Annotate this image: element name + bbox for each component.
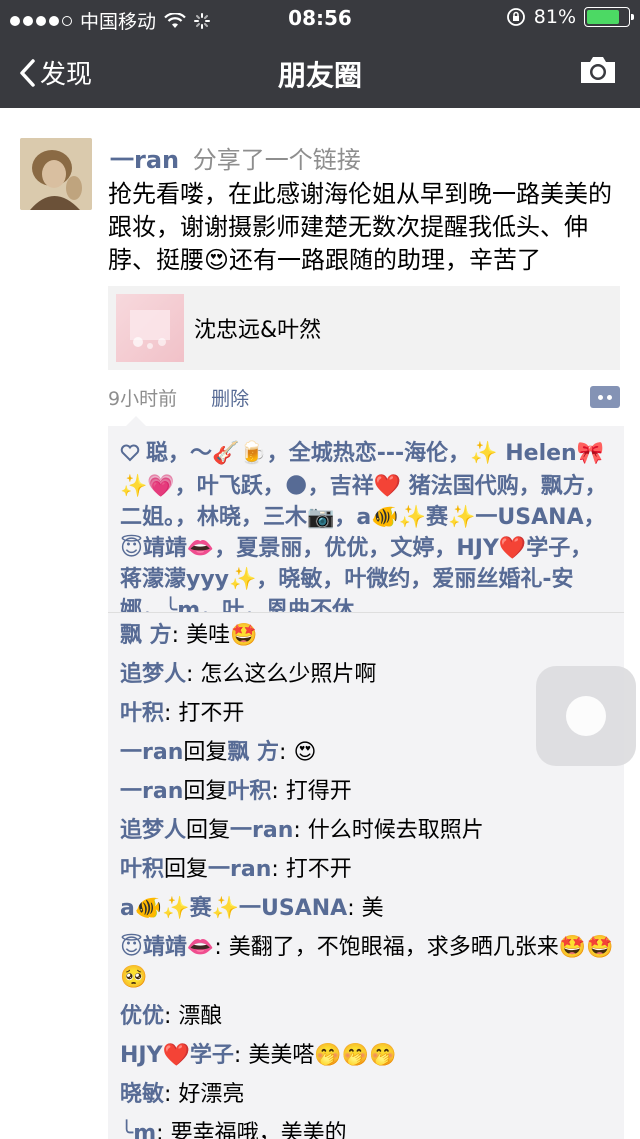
comment-colon: : (156, 1121, 171, 1139)
comment-colon: : (347, 896, 362, 921)
comment-author[interactable]: HJY❤️学子 (120, 1043, 234, 1068)
delete-link[interactable]: 删除 (211, 388, 249, 410)
likes-names[interactable]: 聪，～🎸🍺，全城热恋---海伦，✨ Helen🎀✨💗，叶飞跃，🌑，吉祥❤️ 猪法… (120, 441, 607, 623)
reply-word: 回复 (164, 857, 209, 882)
comment-author[interactable]: 😇靖靖👄 (120, 935, 214, 960)
comment-author[interactable]: 追梦人 (120, 818, 186, 843)
top-bar: 中国移动 08:56 81% 发现 朋友圈 (0, 0, 640, 108)
comment-text: 打不开 (285, 857, 352, 882)
more-options-button[interactable] (590, 386, 620, 408)
comment-colon: : (233, 1043, 249, 1068)
author-name[interactable]: 一ran (110, 146, 179, 174)
comment-colon: : (214, 935, 229, 960)
comment-text: 😍 (293, 740, 317, 765)
comment-text: 怎么这么少照片啊 (200, 662, 377, 687)
comment-colon: : (171, 623, 187, 648)
comment-row[interactable]: 优优: 漂酿 (120, 1002, 614, 1032)
post-header: 一ran 分享了一个链接 (110, 140, 361, 175)
comment-author[interactable]: 叶积 (120, 857, 164, 882)
camera-button[interactable] (578, 54, 618, 90)
comment-row[interactable]: 飘 方: 美哇🤩 (120, 621, 614, 651)
comment-author[interactable]: a🐠✨赛✨一USANA (120, 896, 347, 921)
reply-word: 回复 (183, 779, 228, 804)
camera-icon (581, 57, 615, 83)
heart-icon (120, 440, 140, 471)
comment-row[interactable]: 晓敏: 好漂亮 (120, 1080, 614, 1110)
wifi-icon (164, 12, 186, 28)
comment-author[interactable]: 飘 方 (120, 623, 172, 648)
link-title: 沈忠远&叶然 (194, 318, 322, 343)
avatar[interactable] (20, 138, 92, 210)
comment-author[interactable]: 一ran (120, 740, 183, 765)
post-text: 抢先看喽，在此感谢海伦姐从早到晚一路美美的跟妆，谢谢摄影师建楚无数次提醒我低头、… (108, 180, 612, 274)
reply-target[interactable]: 一ran (230, 818, 293, 843)
comment-colon: : (164, 1082, 179, 1107)
reply-target[interactable]: 一ran (208, 857, 271, 882)
share-action-text: 分享了一个链接 (192, 146, 361, 174)
comment-author[interactable]: 晓敏 (120, 1082, 164, 1107)
assistive-touch-button[interactable] (536, 666, 636, 766)
post-time: 9小时前 (108, 388, 178, 410)
comment-colon: : (186, 662, 201, 687)
comment-text: 要幸福哦，美美的 (170, 1121, 347, 1139)
comment-colon: : (164, 1004, 179, 1029)
signal-icon (10, 15, 72, 26)
reply-target[interactable]: 叶积 (227, 779, 271, 804)
avatar-portrait-image (20, 138, 92, 210)
comment-text: 美 (361, 896, 384, 921)
comment-row[interactable]: 叶积回复一ran: 打不开 (120, 855, 614, 885)
moment-post: 一ran 分享了一个链接 抢先看喽，在此感谢海伦姐从早到晚一路美美的跟妆，谢谢摄… (0, 108, 640, 1139)
likes-list: 聪，～🎸🍺，全城热恋---海伦，✨ Helen🎀✨💗，叶飞跃，🌑，吉祥❤️ 猪法… (120, 438, 614, 626)
reply-word: 回复 (183, 740, 228, 765)
comment-colon: : (271, 779, 286, 804)
comment-author[interactable]: 追梦人 (120, 662, 186, 687)
comment-text: 漂酿 (178, 1004, 223, 1029)
comment-colon: : (279, 740, 294, 765)
comment-author[interactable]: 叶积 (120, 701, 164, 726)
back-button[interactable]: 发现 (18, 54, 92, 91)
comment-row[interactable]: 一ran回复叶积: 打得开 (120, 777, 614, 807)
comment-text: 什么时候去取照片 (307, 818, 484, 843)
comment-author[interactable]: ╰m (120, 1121, 156, 1139)
battery-icon (584, 7, 634, 27)
comment-row[interactable]: a🐠✨赛✨一USANA: 美 (120, 894, 614, 924)
page-title: 朋友圈 (277, 59, 362, 92)
reply-target[interactable]: 飘 方 (227, 740, 279, 765)
rotation-lock-icon (506, 8, 525, 26)
navigation-bar: 发现 朋友圈 (0, 36, 640, 108)
comment-row[interactable]: 😇靖靖👄: 美翻了，不饱眼福，求多晒几张来🤩🤩🥺 (120, 933, 614, 993)
shared-link-card[interactable]: 沈忠远&叶然 (108, 286, 620, 370)
chevron-left-icon (20, 58, 35, 87)
battery-percent: 81% (533, 6, 576, 28)
comment-text: 打得开 (285, 779, 352, 804)
back-label: 发现 (40, 60, 93, 90)
comment-text: 好漂亮 (178, 1082, 245, 1107)
link-thumbnail (116, 294, 184, 362)
comment-row[interactable]: HJY❤️学子: 美美嗒🤭🤭🤭 (120, 1041, 614, 1071)
comment-row[interactable]: ╰m: 要幸福哦，美美的 (120, 1119, 614, 1139)
comment-colon: : (271, 857, 286, 882)
comment-text: 美哇🤩 (186, 623, 258, 648)
loading-spinner-icon (194, 12, 211, 29)
post-meta: 9小时前 删除 (108, 384, 249, 411)
comment-colon: : (164, 701, 179, 726)
reply-word: 回复 (186, 818, 231, 843)
comment-text: 打不开 (178, 701, 245, 726)
comment-author[interactable]: 一ran (120, 779, 183, 804)
comment-text: 美美嗒🤭🤭🤭 (248, 1043, 397, 1068)
likes-section: 聪，～🎸🍺，全城热恋---海伦，✨ Helen🎀✨💗，叶飞跃，🌑，吉祥❤️ 猪法… (108, 416, 624, 636)
comment-author[interactable]: 优优 (120, 1004, 164, 1029)
status-bar: 中国移动 08:56 81% (0, 0, 640, 36)
comment-colon: : (293, 818, 308, 843)
carrier-label: 中国移动 (80, 11, 157, 33)
comment-row[interactable]: 追梦人回复一ran: 什么时候去取照片 (120, 816, 614, 846)
